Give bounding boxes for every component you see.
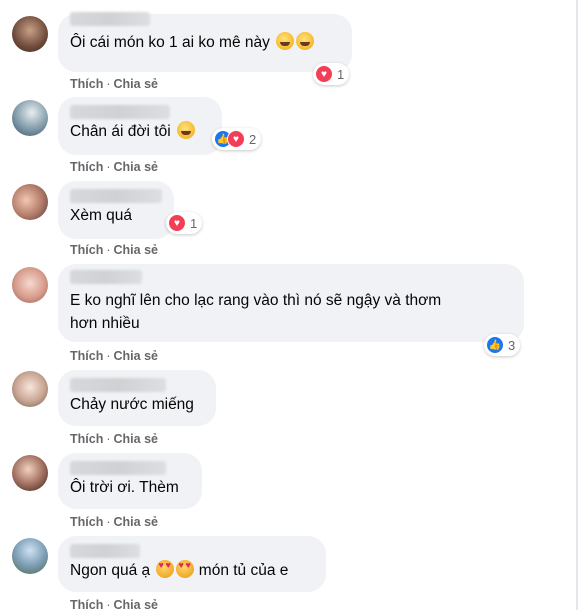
- commenter-name[interactable]: [70, 12, 150, 26]
- commenter-name[interactable]: [70, 270, 142, 284]
- heart-reaction-icon: ♥: [168, 214, 186, 232]
- avatar[interactable]: [12, 267, 48, 303]
- avatar[interactable]: [12, 538, 48, 574]
- avatar[interactable]: [12, 455, 48, 491]
- comment-actions: Thích · Chia sẻ: [70, 160, 158, 174]
- separator: ·: [106, 598, 111, 610]
- reaction-count: 1: [190, 215, 198, 231]
- heart-reaction-icon: ♥: [227, 130, 245, 148]
- like-reaction-icon: 👍: [486, 336, 504, 354]
- comment-bubble: Ngon quá ạ món tủ của e: [58, 536, 326, 592]
- reaction-count: 3: [508, 337, 516, 353]
- comment-bubble: Ôi cái món ko 1 ai ko mê này: [58, 12, 352, 72]
- heart-reaction-icon: ♥: [315, 65, 333, 83]
- share-link[interactable]: Chia sẻ: [114, 160, 158, 174]
- avatar[interactable]: [12, 184, 48, 220]
- comment-text: Chảy nước miếng: [70, 396, 194, 413]
- like-link[interactable]: Thích: [70, 432, 103, 446]
- comment-text: E ko nghĩ lên cho lạc rang vào thì nó sẽ…: [70, 292, 442, 332]
- commenter-name[interactable]: [70, 461, 166, 475]
- avatar[interactable]: [12, 371, 48, 407]
- avatar[interactable]: [12, 16, 48, 52]
- like-link[interactable]: Thích: [70, 598, 103, 610]
- separator: ·: [106, 77, 111, 91]
- comment-actions: Thích · Chia sẻ: [70, 515, 158, 529]
- reaction-summary[interactable]: 👍 ♥ 2: [212, 128, 262, 150]
- like-link[interactable]: Thích: [70, 77, 103, 91]
- comment-actions: Thích · Chia sẻ: [70, 243, 158, 257]
- comment-text: Xèm quá: [70, 207, 133, 224]
- reaction-summary[interactable]: ♥ 1: [313, 63, 350, 85]
- commenter-name[interactable]: [70, 105, 170, 119]
- share-link[interactable]: Chia sẻ: [114, 349, 158, 363]
- like-link[interactable]: Thích: [70, 243, 103, 257]
- comment-bubble: Chảy nước miếng: [58, 370, 216, 426]
- comment-bubble: Xèm quá: [58, 181, 174, 239]
- separator: ·: [106, 160, 111, 174]
- grinning-emoji-icon: [176, 121, 195, 139]
- share-link[interactable]: Chia sẻ: [114, 432, 158, 446]
- separator: ·: [106, 515, 111, 529]
- share-link[interactable]: Chia sẻ: [114, 243, 158, 257]
- comment-actions: Thích · Chia sẻ: [70, 349, 158, 363]
- reaction-summary[interactable]: ♥ 1: [166, 212, 203, 234]
- share-link[interactable]: Chia sẻ: [114, 598, 158, 610]
- grinning-emoji-icon: [276, 32, 295, 50]
- scroll-edge: [576, 0, 578, 610]
- commenter-name[interactable]: [70, 544, 140, 558]
- comment-bubble: Chân ái đời tôi: [58, 97, 222, 155]
- comment-bubble: E ko nghĩ lên cho lạc rang vào thì nó sẽ…: [58, 264, 524, 342]
- share-link[interactable]: Chia sẻ: [114, 515, 158, 529]
- comment-actions: Thích · Chia sẻ: [70, 598, 158, 610]
- commenter-name[interactable]: [70, 189, 162, 203]
- comment-actions: Thích · Chia sẻ: [70, 432, 158, 446]
- comment-bubble: Ôi trời ơi. Thèm: [58, 453, 202, 509]
- comment-text: Ôi cái món ko 1 ai ko mê này: [70, 31, 340, 54]
- heart-eyes-emoji-icon: [156, 560, 175, 578]
- share-link[interactable]: Chia sẻ: [114, 77, 158, 91]
- reaction-summary[interactable]: 👍 3: [484, 334, 521, 356]
- separator: ·: [106, 432, 111, 446]
- comment-text: Chân ái đời tôi: [70, 120, 210, 143]
- avatar[interactable]: [12, 100, 48, 136]
- like-link[interactable]: Thích: [70, 349, 103, 363]
- like-link[interactable]: Thích: [70, 160, 103, 174]
- separator: ·: [106, 243, 111, 257]
- comment-text: Ôi trời ơi. Thèm: [70, 479, 179, 496]
- grinning-emoji-icon: [296, 32, 315, 50]
- heart-eyes-emoji-icon: [176, 560, 195, 578]
- separator: ·: [106, 349, 111, 363]
- comment-actions: Thích · Chia sẻ: [70, 77, 158, 91]
- comment-text: Ngon quá ạ món tủ của e: [70, 559, 314, 582]
- reaction-count: 2: [249, 131, 257, 147]
- like-link[interactable]: Thích: [70, 515, 103, 529]
- reaction-count: 1: [337, 66, 345, 82]
- commenter-name[interactable]: [70, 378, 166, 392]
